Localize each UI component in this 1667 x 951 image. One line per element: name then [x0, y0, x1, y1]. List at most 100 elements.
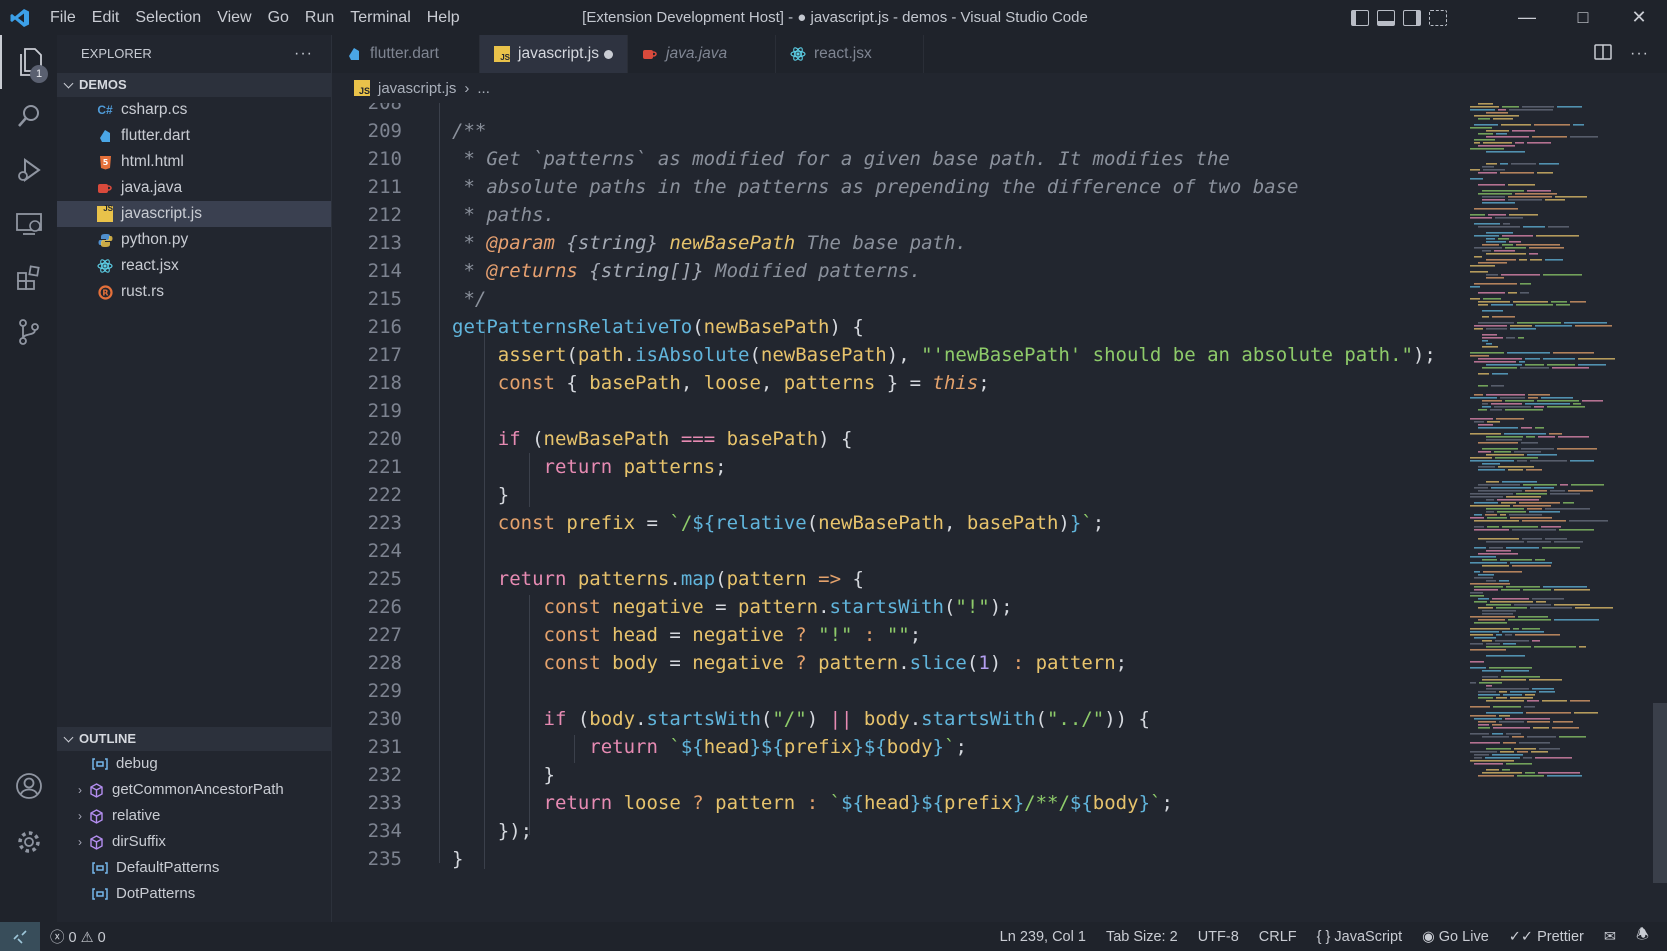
- file-item-html[interactable]: 5 html.html: [57, 149, 331, 175]
- explorer-badge: 1: [30, 65, 48, 83]
- menu-edit[interactable]: Edit: [84, 0, 128, 35]
- line-number: 227: [367, 624, 402, 646]
- file-name: html.html: [121, 153, 184, 170]
- menu-selection[interactable]: Selection: [127, 0, 209, 35]
- end-of-line[interactable]: CRLF: [1249, 929, 1307, 945]
- line-number: 226: [367, 596, 402, 618]
- folder-name: DEMOS: [79, 77, 127, 92]
- line-number: 223: [367, 512, 402, 534]
- close-icon[interactable]: ✕: [1611, 0, 1667, 35]
- problems-status[interactable]: ⓧ 0 ⚠ 0: [40, 926, 116, 947]
- line-number: 215: [367, 288, 402, 310]
- remote-explorer-icon[interactable]: [0, 197, 57, 251]
- toggle-primary-sidebar-icon[interactable]: [1351, 9, 1369, 26]
- file-item-python[interactable]: python.py: [57, 227, 331, 253]
- extensions-icon[interactable]: [0, 251, 57, 305]
- tab-flutter-dart[interactable]: flutter.dart: [332, 35, 480, 73]
- go-live-button[interactable]: ◉ Go Live: [1412, 929, 1499, 945]
- notifications-bell-icon[interactable]: 🕭: [1626, 924, 1659, 949]
- tab-java-java[interactable]: java.java: [628, 35, 776, 73]
- prettier-button[interactable]: ✓✓ Prettier: [1499, 929, 1594, 945]
- encoding[interactable]: UTF-8: [1188, 929, 1249, 945]
- editor-tabs: flutter.dart JS javascript.js java.java r…: [332, 35, 1667, 73]
- file-item-react[interactable]: react.jsx: [57, 253, 331, 279]
- explorer-icon[interactable]: 1: [0, 35, 57, 89]
- method-icon: [87, 808, 105, 824]
- line-number: 216: [367, 316, 402, 338]
- js-icon: JS: [494, 46, 510, 62]
- file-name: javascript.js: [121, 205, 202, 222]
- menu-file[interactable]: File: [42, 0, 84, 35]
- manage-gear-icon[interactable]: [0, 815, 57, 869]
- breadcrumb-file[interactable]: javascript.js: [378, 80, 456, 97]
- customize-layout-icon[interactable]: [1429, 9, 1447, 26]
- split-editor-icon[interactable]: [1594, 43, 1612, 65]
- code-content[interactable]: /** * Get `patterns` as modified for a g…: [439, 103, 1592, 922]
- outline-section-header[interactable]: OUTLINE: [57, 727, 332, 751]
- outline-label: DotPatterns: [116, 885, 196, 902]
- tab-label: javascript.js: [518, 45, 599, 62]
- more-actions-icon[interactable]: ···: [1630, 45, 1649, 63]
- cursor-position[interactable]: Ln 239, Col 1: [990, 929, 1096, 945]
- chevron-right-icon[interactable]: ›: [73, 777, 87, 803]
- maximize-icon[interactable]: □: [1555, 0, 1611, 35]
- tab-react-jsx[interactable]: react.jsx: [776, 35, 924, 73]
- feedback-icon[interactable]: ✉: [1594, 929, 1626, 945]
- outline-item-relative[interactable]: › relative: [57, 803, 332, 829]
- run-debug-icon[interactable]: [0, 143, 57, 197]
- outline-item-DotPatterns[interactable]: DotPatterns: [57, 881, 332, 907]
- minimap[interactable]: [1462, 103, 1650, 922]
- file-name: flutter.dart: [121, 127, 190, 144]
- breadcrumb-separator: ›: [464, 79, 470, 97]
- minimize-icon[interactable]: —: [1499, 0, 1555, 35]
- outline-item-DefaultPatterns[interactable]: DefaultPatterns: [57, 855, 332, 881]
- outline-title: OUTLINE: [79, 731, 137, 746]
- source-control-icon[interactable]: [0, 305, 57, 359]
- file-item-javascript[interactable]: JS javascript.js: [57, 201, 331, 227]
- line-number: 228: [367, 652, 402, 674]
- menu-terminal[interactable]: Terminal: [342, 0, 418, 35]
- outline-item-dirSuffix[interactable]: › dirSuffix: [57, 829, 332, 855]
- menu-view[interactable]: View: [209, 0, 259, 35]
- language-mode[interactable]: { } JavaScript: [1307, 929, 1412, 945]
- tab-label: java.java: [666, 45, 728, 62]
- menu-run[interactable]: Run: [297, 0, 342, 35]
- line-number: 221: [367, 456, 402, 478]
- outline-item-debug[interactable]: debug: [57, 751, 332, 777]
- toggle-panel-icon[interactable]: [1377, 9, 1395, 26]
- menu-help[interactable]: Help: [419, 0, 468, 35]
- line-number: 230: [367, 708, 402, 730]
- tab-size[interactable]: Tab Size: 2: [1096, 929, 1188, 945]
- file-item-flutter[interactable]: flutter.dart: [57, 123, 331, 149]
- folder-section-header[interactable]: DEMOS: [57, 73, 331, 97]
- file-item-rust[interactable]: Rrust.rs: [57, 279, 331, 305]
- line-number: 217: [367, 344, 402, 366]
- file-item-java[interactable]: java.java: [57, 175, 331, 201]
- breadcrumb-symbol[interactable]: ...: [477, 80, 490, 97]
- more-actions-icon[interactable]: ···: [294, 35, 313, 73]
- chevron-right-icon[interactable]: ›: [73, 803, 87, 829]
- variable-icon: [91, 886, 109, 902]
- line-number: 211: [367, 176, 402, 198]
- line-number: 229: [367, 680, 402, 702]
- dart-icon: [346, 46, 362, 62]
- vertical-scrollbar[interactable]: [1653, 703, 1667, 883]
- svg-text:5: 5: [102, 158, 108, 167]
- activity-bar: 1: [0, 35, 57, 922]
- search-icon[interactable]: [0, 89, 57, 143]
- remote-indicator-icon[interactable]: [0, 922, 40, 951]
- html-icon: 5: [97, 154, 113, 170]
- file-item-csharp[interactable]: C# csharp.cs: [57, 97, 331, 123]
- accounts-icon[interactable]: [0, 759, 57, 813]
- outline-item-getCommonAncestorPath[interactable]: › getCommonAncestorPath: [57, 777, 332, 803]
- tab-javascript-js[interactable]: JS javascript.js: [480, 35, 628, 73]
- tab-label: flutter.dart: [370, 45, 439, 62]
- menu-go[interactable]: Go: [260, 0, 297, 35]
- unsaved-dot-icon[interactable]: [604, 49, 613, 59]
- code-editor[interactable]: 208 209 210 211 212 213 214 215 216 217 218 219 220 2…: [332, 103, 1667, 922]
- toggle-secondary-sidebar-icon[interactable]: [1403, 9, 1421, 26]
- chevron-right-icon[interactable]: ›: [73, 829, 87, 855]
- line-number: 210: [367, 148, 402, 170]
- outline-label: getCommonAncestorPath: [112, 781, 284, 798]
- csharp-icon: C#: [97, 103, 113, 117]
